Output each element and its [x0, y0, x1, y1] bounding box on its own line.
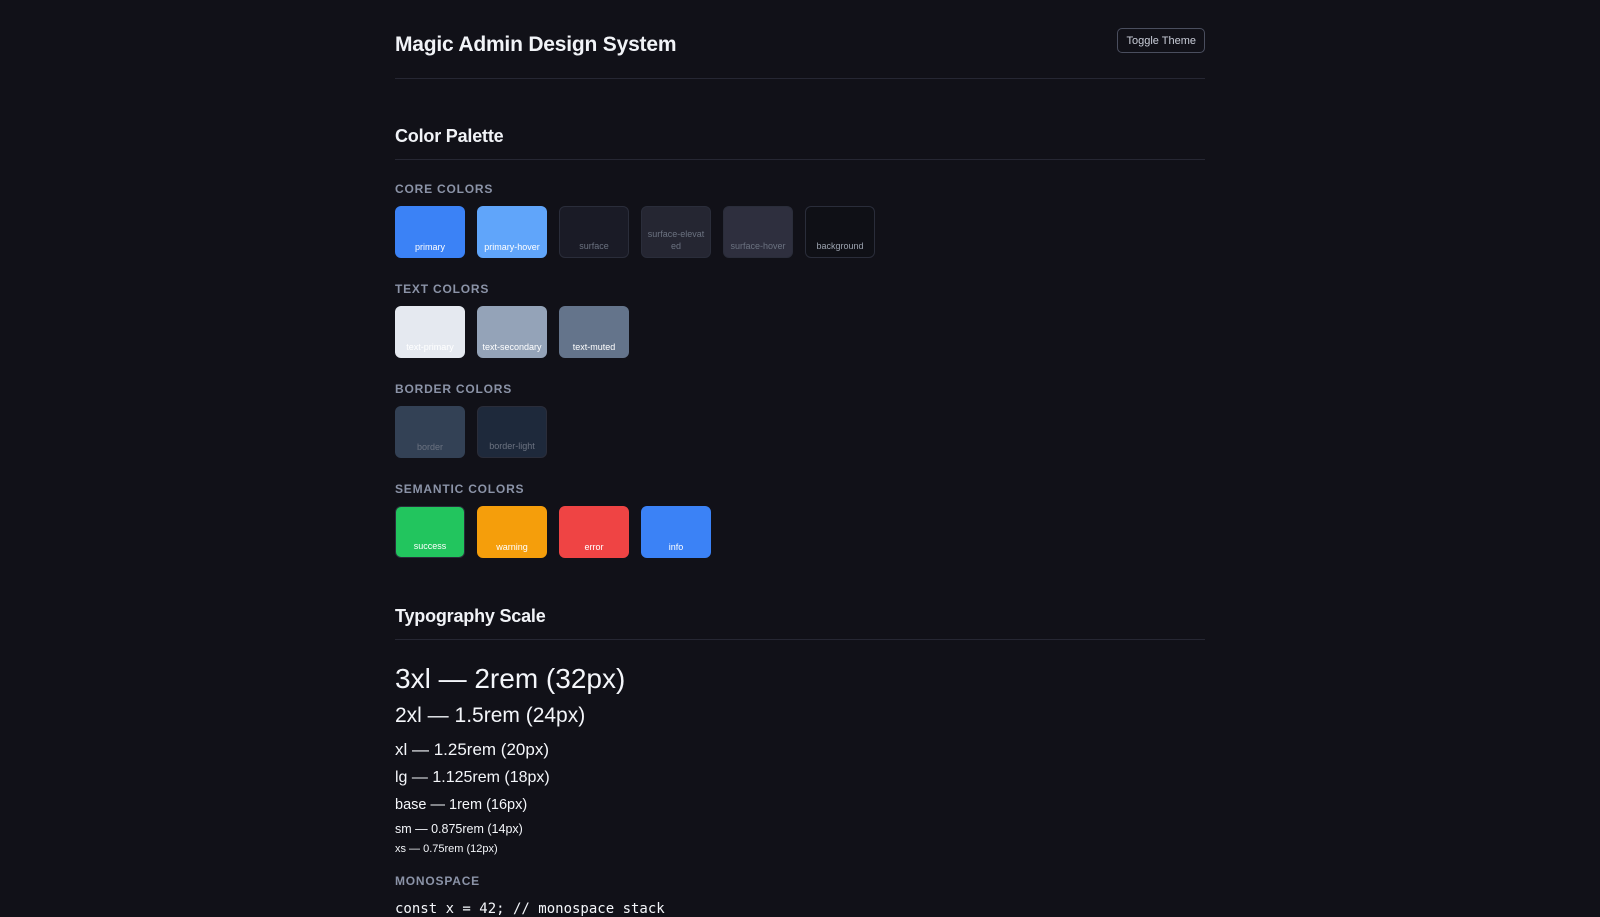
color-swatch-warning: warning	[477, 506, 547, 558]
color-swatch-surface-elevated: surface-elevated	[641, 206, 711, 258]
palette-group-label: BORDER COLORS	[395, 382, 513, 396]
type-sample-lg: lg — 1.125rem (18px)	[395, 769, 550, 786]
color-swatch-text-primary: text-primary	[395, 306, 465, 358]
color-swatch-error: error	[559, 506, 629, 558]
swatch-row: primary primary-hover surface surface-eleva…	[395, 206, 1205, 258]
typography-section: Typography Scale 3xl — 2rem (32px) 2xl —…	[395, 606, 1205, 917]
monospace-label: MONOSPACE	[395, 874, 480, 888]
type-sample-xl: xl — 1.25rem (20px)	[395, 740, 549, 759]
swatch-row: text-primary text-secondary text-muted	[395, 306, 1205, 358]
toggle-theme-button[interactable]: Toggle Theme	[1117, 28, 1205, 53]
color-palette-section: Color Palette CORE COLORS primary primary-…	[395, 126, 1205, 558]
color-swatch-text-secondary: text-secondary	[477, 306, 547, 358]
type-sample-base: base — 1rem (16px)	[395, 797, 528, 813]
color-swatch-primary-hover: primary-hover	[477, 206, 547, 258]
color-swatch-background: background	[805, 206, 875, 258]
type-sample-3xl: 3xl — 2rem (32px)	[395, 663, 626, 694]
swatch-row: success warning error info	[395, 506, 1205, 558]
type-sample-sm: sm — 0.875rem (14px)	[395, 822, 523, 836]
palette-group-label: CORE COLORS	[395, 182, 494, 196]
type-scale-list: 3xl — 2rem (32px) 2xl — 1.5rem (24px) xl…	[395, 662, 1205, 856]
swatch-row: border border-light	[395, 406, 1205, 458]
color-swatch-info: info	[641, 506, 711, 558]
color-swatch-success: success	[395, 506, 465, 558]
color-swatch-border-light: border-light	[477, 406, 547, 458]
color-swatch-primary: primary	[395, 206, 465, 258]
color-swatch-surface-hover: surface-hover	[723, 206, 793, 258]
color-swatch-surface: surface	[559, 206, 629, 258]
section-title-typography: Typography Scale	[395, 606, 1205, 640]
type-sample-xs: xs — 0.75rem (12px)	[395, 843, 498, 855]
palette-group-label: SEMANTIC COLORS	[395, 482, 525, 496]
monospace-sample: const x = 42; // monospace stack	[395, 901, 665, 917]
palette-group-label: TEXT COLORS	[395, 282, 490, 296]
color-swatch-border: border	[395, 406, 465, 458]
type-sample-2xl: 2xl — 1.5rem (24px)	[395, 704, 586, 727]
page-header: Magic Admin Design System Toggle Theme	[395, 0, 1205, 79]
design-system-page: Magic Admin Design System Toggle Theme C…	[395, 0, 1205, 917]
section-title-color-palette: Color Palette	[395, 126, 1205, 160]
page-title: Magic Admin Design System	[395, 33, 677, 56]
color-swatch-text-muted: text-muted	[559, 306, 629, 358]
palette-groups: CORE COLORS primary primary-hover surface su…	[395, 182, 1205, 558]
